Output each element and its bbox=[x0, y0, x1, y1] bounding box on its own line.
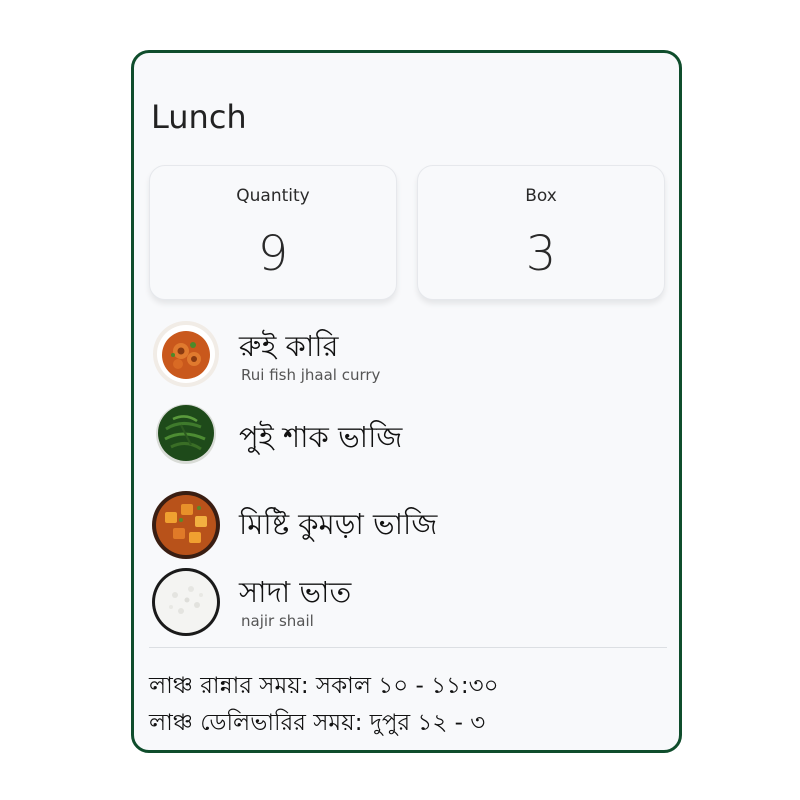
list-item-pui-shak: পুই শাক ভাজি bbox=[151, 399, 671, 469]
fish-curry-bowl-icon bbox=[151, 319, 221, 389]
quantity-label: Quantity bbox=[236, 186, 310, 206]
item-subtitle: Rui fish jhaal curry bbox=[241, 366, 381, 384]
divider bbox=[149, 647, 667, 648]
item-name: মিষ্টি কুমড়া ভাজি bbox=[239, 507, 438, 541]
box-value: 3 bbox=[525, 226, 557, 282]
quantity-value: 9 bbox=[257, 226, 289, 282]
cooking-time-text: লাঞ্চ রান্নার সময়: সকাল ১০ - ১১:৩০ bbox=[149, 673, 499, 699]
card-title: Lunch bbox=[151, 98, 247, 136]
rice-bowl-icon bbox=[151, 567, 221, 637]
item-name: পুই শাক ভাজি bbox=[239, 420, 403, 454]
list-item-shada-bhat: সাদা ভাত najir shail bbox=[151, 567, 671, 637]
quantity-stat-box: Quantity 9 bbox=[149, 165, 397, 300]
list-item-mishti-kumra: মিষ্টি কুমড়া ভাজি bbox=[151, 490, 671, 560]
delivery-time-text: লাঞ্চ ডেলিভারির সময়: দুপুর ১২ - ৩ bbox=[149, 710, 486, 736]
pumpkin-bowl-icon bbox=[151, 490, 221, 560]
lunch-card: Lunch Quantity 9 Box 3 রুই কারি Rui fish bbox=[131, 50, 682, 753]
item-subtitle: najir shail bbox=[241, 612, 314, 630]
greens-bowl-icon bbox=[151, 399, 221, 469]
list-item-rui-curry: রুই কারি Rui fish jhaal curry bbox=[151, 319, 671, 389]
box-stat-box: Box 3 bbox=[417, 165, 665, 300]
box-label: Box bbox=[525, 186, 557, 206]
